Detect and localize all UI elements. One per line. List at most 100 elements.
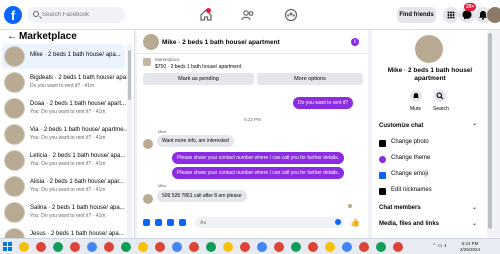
- chrome-icon[interactable]: [223, 242, 233, 252]
- windows-start-icon[interactable]: [3, 242, 12, 251]
- chevron-down-icon[interactable]: ⌄: [472, 220, 477, 227]
- friends-icon[interactable]: [241, 8, 255, 22]
- notification-badge: 20+: [464, 3, 477, 11]
- chat-panel: Mike · 2 beds 1 bath house/ apartment i …: [137, 30, 368, 238]
- conversation-title: Mike · 2 beds 1 bath house/ apa...: [30, 52, 121, 58]
- conversation-item[interactable]: Leticia · 2 beds 1 bath house/ apa... Yo…: [2, 148, 125, 173]
- avatar: [143, 194, 153, 204]
- chrome-icon[interactable]: [36, 242, 46, 252]
- info-icon[interactable]: i: [351, 38, 359, 46]
- chrome-icon[interactable]: [70, 242, 80, 252]
- find-friends-button[interactable]: Find friends: [397, 7, 436, 23]
- chrome-icon[interactable]: [53, 242, 63, 252]
- conversation-title: Jesus · 2 beds 1 bath house/ apa...: [30, 231, 124, 237]
- microphone-icon[interactable]: [143, 219, 150, 226]
- gif-icon[interactable]: [179, 219, 186, 226]
- chrome-icon[interactable]: [342, 242, 352, 252]
- chrome-icon[interactable]: [87, 242, 97, 252]
- conversation-title: Alisia · 2 beds 1 bath house/ apar...: [30, 179, 125, 185]
- conversation-scrollbar[interactable]: [127, 44, 132, 238]
- chrome-icon[interactable]: [240, 242, 250, 252]
- change-emoji-option[interactable]: Change emoji: [391, 171, 428, 177]
- more-options-button[interactable]: More options: [257, 73, 363, 85]
- scrollbar-thumb[interactable]: [128, 50, 131, 100]
- system-clock[interactable]: 5:24 PM 2/25/2024: [460, 241, 480, 253]
- system-tray[interactable]: ⌃ ▭ ◖: [432, 243, 447, 249]
- chrome-icon[interactable]: [308, 242, 318, 252]
- avatar[interactable]: [415, 35, 443, 63]
- avatar: [4, 202, 25, 223]
- chat-details-panel: Mike · 2 beds 1 bath house/ apartment Mu…: [372, 30, 487, 238]
- search-input[interactable]: [42, 10, 122, 20]
- mark-as-pending-button[interactable]: Mark as pending: [143, 73, 254, 85]
- scrollbar-thumb[interactable]: [488, 33, 492, 229]
- chrome-icon[interactable]: [376, 242, 386, 252]
- chrome-icon[interactable]: [104, 242, 114, 252]
- marketplace-header: ← Marketplace: [0, 30, 134, 44]
- conversation-preview: Do you want to rent it? · 41m: [30, 83, 95, 89]
- like-icon: [379, 172, 386, 179]
- message-input[interactable]: [195, 217, 344, 228]
- chrome-icon[interactable]: [121, 242, 131, 252]
- sticker-icon[interactable]: [167, 219, 174, 226]
- search-icon: [436, 92, 444, 100]
- chevron-down-icon[interactable]: ⌄: [472, 204, 477, 211]
- menu-grid-button[interactable]: [443, 7, 459, 23]
- clock-date: 2/25/2024: [460, 247, 481, 252]
- conversation-preview: You: Do you want to rent it? · 41m: [30, 187, 106, 193]
- search-box[interactable]: [27, 7, 125, 23]
- message-timestamp: 5:22 PM: [244, 117, 261, 122]
- conversation-item[interactable]: Bigdeals · 2 beds 1 bath house/ apa... D…: [2, 70, 131, 95]
- media-files-links-section[interactable]: Media, files and links: [379, 221, 439, 227]
- profile-avatar[interactable]: [487, 7, 500, 23]
- chrome-icon[interactable]: [206, 242, 216, 252]
- chrome-icon[interactable]: [291, 242, 301, 252]
- edit-nicknames-option[interactable]: Edit nicknames: [391, 187, 432, 193]
- taskbar-app-icon[interactable]: [19, 242, 29, 252]
- chrome-icon[interactable]: [393, 242, 403, 252]
- back-arrow-icon[interactable]: ←: [7, 31, 17, 42]
- listing-thumbnail[interactable]: [143, 58, 151, 66]
- chevron-up-icon[interactable]: ⌃: [472, 123, 477, 130]
- conversation-item[interactable]: Mike · 2 beds 1 bath house/ apa...: [2, 44, 125, 69]
- image-icon[interactable]: [155, 219, 162, 226]
- outgoing-message: Do you want to rent it?: [293, 97, 354, 109]
- details-scrollbar[interactable]: [487, 30, 493, 238]
- chrome-icon[interactable]: [325, 242, 335, 252]
- chat-members-section[interactable]: Chat members: [379, 205, 421, 211]
- conversation-item[interactable]: Alisia · 2 beds 1 bath house/ apar... Yo…: [2, 174, 125, 199]
- chrome-icon[interactable]: [359, 242, 369, 252]
- grid-icon: [447, 11, 455, 19]
- chrome-icon[interactable]: [138, 242, 148, 252]
- emoji-icon[interactable]: [335, 219, 341, 225]
- change-theme-option[interactable]: Change theme: [391, 155, 430, 161]
- groups-icon[interactable]: [284, 8, 298, 22]
- conversation-item[interactable]: Salina · 2 beds 1 bath house/ apa... You…: [2, 200, 125, 225]
- chrome-icon[interactable]: [257, 242, 267, 252]
- marketplace-title: Marketplace: [19, 31, 77, 42]
- facebook-logo[interactable]: f: [4, 6, 22, 24]
- chat-title[interactable]: Mike · 2 beds 1 bath house/ apartment: [162, 39, 280, 46]
- like-icon[interactable]: 👍: [350, 218, 360, 227]
- conversation-title: Doaa · 2 beds 1 bath house/ apart...: [30, 101, 127, 107]
- chrome-icon[interactable]: [189, 242, 199, 252]
- details-name: Mike · 2 beds 1 bath house/ apartment: [387, 67, 473, 82]
- top-navigation-bar: f Find friends 20+: [0, 0, 500, 30]
- avatar: [4, 176, 25, 197]
- theme-icon: [379, 156, 386, 163]
- change-photo-option[interactable]: Change photo: [391, 139, 429, 145]
- conversation-item[interactable]: Jesus · 2 beds 1 bath house/ apa...: [2, 226, 125, 238]
- mute-button[interactable]: [410, 90, 422, 102]
- conversation-item[interactable]: Via · 2 beds 1 bath house/ apartme... Yo…: [2, 122, 129, 147]
- chrome-icon[interactable]: [172, 242, 182, 252]
- search-in-chat-button[interactable]: [434, 90, 446, 102]
- conversation-item[interactable]: Doaa · 2 beds 1 bath house/ apart... You…: [2, 96, 127, 121]
- conversation-preview: You: Do you want to rent it? · 41m: [30, 135, 106, 141]
- listing-title[interactable]: $750 · 2 beds 1 bath house/ apartment: [155, 64, 241, 70]
- avatar[interactable]: [143, 34, 159, 50]
- outgoing-message: Please share your contact number where I…: [172, 167, 345, 179]
- chrome-icon[interactable]: [155, 242, 165, 252]
- customize-chat-section[interactable]: Customize chat: [379, 123, 423, 129]
- home-notification-dot: [206, 8, 211, 13]
- chrome-icon[interactable]: [274, 242, 284, 252]
